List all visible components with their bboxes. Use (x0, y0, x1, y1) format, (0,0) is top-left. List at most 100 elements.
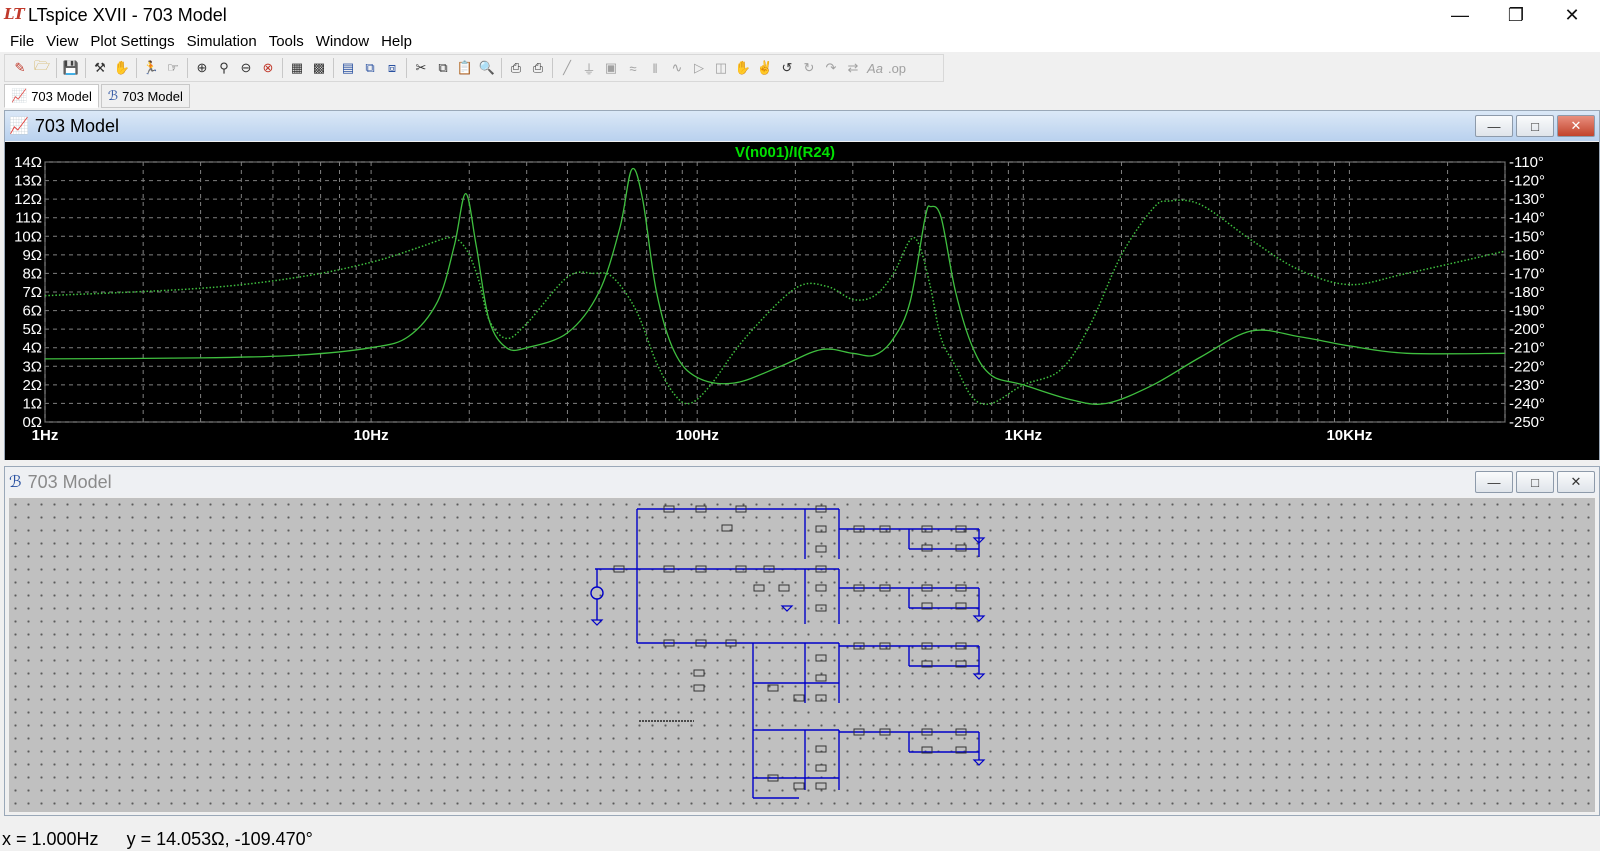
x-tick-label: 10KHz (1326, 427, 1372, 444)
toolbar-separator (282, 58, 283, 78)
zoom-in-icon[interactable]: ⊕ (191, 57, 213, 79)
schematic-component (955, 544, 967, 552)
schematic-component (693, 669, 705, 677)
toolbar-separator (85, 58, 86, 78)
drag-icon[interactable]: ✌ (754, 57, 776, 79)
window-title: LTspice XVII - 703 Model (28, 4, 227, 25)
pan-icon[interactable]: ✋ (111, 57, 133, 79)
y-left-tick-label: 6Ω (22, 303, 42, 320)
find-icon[interactable]: 🔍 (476, 57, 498, 79)
plot-window: 📈 703 Model — □ ✕ 0Ω 1Ω 2Ω 3Ω 4Ω 5Ω 6Ω 7Ω 8Ω 9Ω 10… (4, 110, 1600, 460)
y-left-tick-label: 7Ω (22, 284, 42, 301)
schematic-close-button[interactable]: ✕ (1557, 471, 1595, 493)
component-icon[interactable]: ◫ (710, 57, 732, 79)
plot-maximize-button[interactable]: □ (1516, 115, 1554, 137)
schematic-component (815, 694, 827, 702)
capacitor-icon[interactable]: ‖ (644, 57, 666, 79)
ground-symbol (972, 759, 986, 766)
schematic-component (753, 584, 765, 592)
schematic-component (921, 544, 933, 552)
y-left-tick-label: 1Ω (22, 395, 42, 412)
y-left-tick-label: 11Ω (15, 210, 42, 227)
schematic-maximize-button[interactable]: □ (1516, 471, 1554, 493)
toolbar-separator (187, 58, 188, 78)
plot-close-button[interactable]: ✕ (1557, 115, 1595, 137)
close-icon: ✕ (1564, 4, 1580, 25)
y-right-tick-label: -190° (1509, 303, 1545, 320)
zoom-out-icon[interactable]: ⊖ (235, 57, 257, 79)
schematic-window-titlebar[interactable]: ℬ 703 Model — □ ✕ (5, 467, 1599, 497)
schematic-minimize-button[interactable]: — (1475, 471, 1513, 493)
print-preview-icon[interactable]: ⎙ (505, 57, 527, 79)
schematic-component (815, 674, 827, 682)
menu-simulation[interactable]: Simulation (181, 33, 263, 50)
ground-symbol (590, 619, 604, 626)
open-icon[interactable]: 🗁 (31, 57, 53, 79)
run-icon[interactable]: 🏃 (140, 57, 162, 79)
inductor-icon[interactable]: ∿ (666, 57, 688, 79)
hand-icon[interactable]: ☞ (162, 57, 184, 79)
y-left-tick-label: 5Ω (22, 321, 42, 338)
x-tick-label: 10Hz (354, 427, 389, 444)
print-icon[interactable]: ⎙ (527, 57, 549, 79)
ground-symbol (780, 605, 794, 612)
cut-icon[interactable]: ✂ (410, 57, 432, 79)
tab-schematic[interactable]: ℬ 703 Model (100, 84, 190, 108)
plot-window-titlebar[interactable]: 📈 703 Model — □ ✕ (5, 111, 1599, 141)
menu-file[interactable]: File (4, 33, 40, 50)
schematic-component (793, 782, 805, 790)
menu-help[interactable]: Help (375, 33, 418, 50)
minimize-button[interactable]: — (1432, 0, 1488, 30)
paste-icon[interactable]: 📋 (454, 57, 476, 79)
move-icon[interactable]: ✋ (732, 57, 754, 79)
redo-icon[interactable]: ↻ (798, 57, 820, 79)
diode-icon[interactable]: ▷ (688, 57, 710, 79)
phase-trace (44, 199, 1506, 406)
plot-minimize-button[interactable]: — (1475, 115, 1513, 137)
label-icon[interactable]: ▣ (600, 57, 622, 79)
close-button[interactable]: ✕ (1544, 0, 1600, 30)
plot-svg[interactable]: 0Ω1Ω2Ω3Ω4Ω5Ω6Ω7Ω8Ω9Ω10Ω11Ω12Ω13Ω14Ω-250°… (5, 142, 1599, 460)
tile-icon[interactable]: ▩ (308, 57, 330, 79)
control-panel-icon[interactable]: ⚒ (89, 57, 111, 79)
y-right-tick-label: -180° (1509, 284, 1545, 301)
schematic-component (815, 782, 827, 790)
spice-directive-icon[interactable]: .op (886, 57, 908, 79)
mirror-icon[interactable]: ⇄ (842, 57, 864, 79)
restore-button[interactable]: ❐ (1488, 0, 1544, 30)
schematic-icon: ℬ (9, 474, 22, 491)
status-bar: x = 1.000Hz y = 14.053Ω, -109.470° (0, 828, 1600, 851)
wire-icon[interactable]: ╱ (556, 57, 578, 79)
zoom-area-icon[interactable]: ⚲ (213, 57, 235, 79)
undo-icon[interactable]: ↺ (776, 57, 798, 79)
tile-horizontal-icon[interactable]: ▤ (337, 57, 359, 79)
new-schematic-icon[interactable]: ✎ (9, 57, 31, 79)
schematic-canvas[interactable] (9, 498, 1595, 812)
rotate-icon[interactable]: ↷ (820, 57, 842, 79)
zoom-cancel-icon[interactable]: ⊗ (257, 57, 279, 79)
trace-title: V(n001)/I(R24) (735, 144, 835, 161)
ground-symbol (972, 673, 986, 680)
waveform-icon: 📈 (9, 118, 29, 135)
menu-view[interactable]: View (40, 33, 84, 50)
copy-icon[interactable]: ⧉ (432, 57, 454, 79)
x-tick-label: 100Hz (676, 427, 719, 444)
cascade-icon[interactable]: ⧉ (359, 57, 381, 79)
tab-waveform[interactable]: 📈 703 Model (4, 84, 99, 108)
resistor-icon[interactable]: ≈ (622, 57, 644, 79)
menu-tools[interactable]: Tools (263, 33, 310, 50)
menu-window[interactable]: Window (310, 33, 375, 50)
waveform-plot[interactable]: 0Ω 1Ω 2Ω 3Ω 4Ω 5Ω 6Ω 7Ω 8Ω 9Ω 10Ω 11Ω 12Ω 13Ω 14Ω -250°… (5, 142, 1599, 460)
title-bar: LT LTspice XVII - 703 Model — ❐ ✕ (0, 0, 1600, 30)
toolbar-separator (501, 58, 502, 78)
menu-plot-settings[interactable]: Plot Settings (84, 33, 180, 50)
minimize-icon: — (1487, 118, 1501, 134)
autorange-icon[interactable]: ▦ (286, 57, 308, 79)
ground-icon[interactable]: ⏚ (578, 57, 600, 79)
y-left-tick-label: 10Ω (14, 228, 42, 245)
text-icon[interactable]: Aa (864, 57, 886, 79)
voltage-source (590, 586, 604, 600)
save-icon[interactable]: 💾 (60, 57, 82, 79)
arrange-icon[interactable]: ⧈ (381, 57, 403, 79)
document-tabs: 📈 703 Model ℬ 703 Model (4, 84, 192, 108)
